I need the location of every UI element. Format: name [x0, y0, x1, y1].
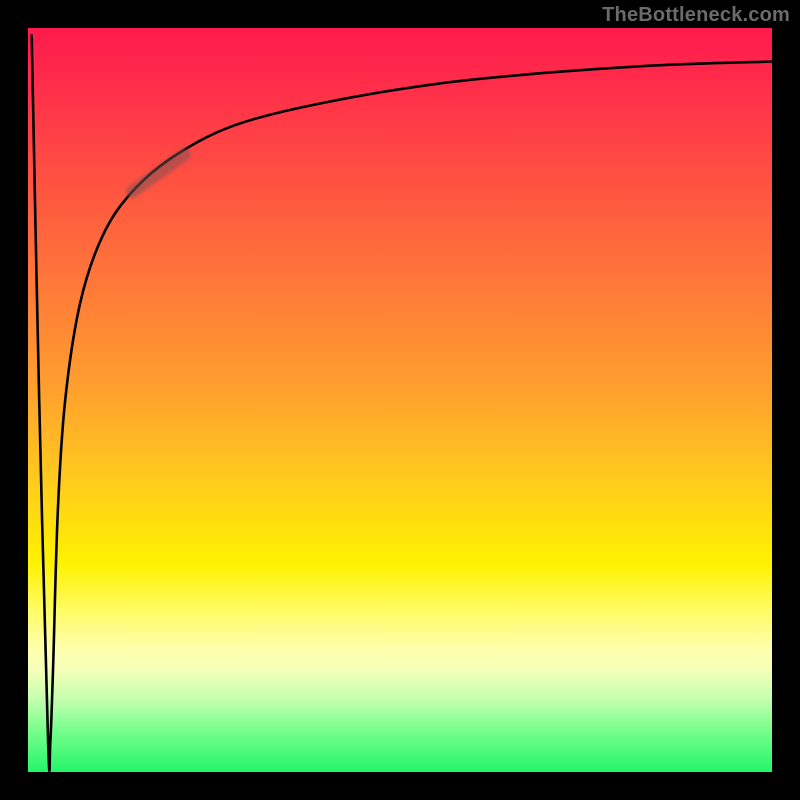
chart-plot-area	[28, 28, 772, 772]
attribution-label: TheBottleneck.com	[602, 4, 790, 27]
bottleneck-curve-line	[32, 35, 772, 771]
highlight-segment	[132, 155, 184, 192]
chart-svg	[28, 28, 772, 772]
